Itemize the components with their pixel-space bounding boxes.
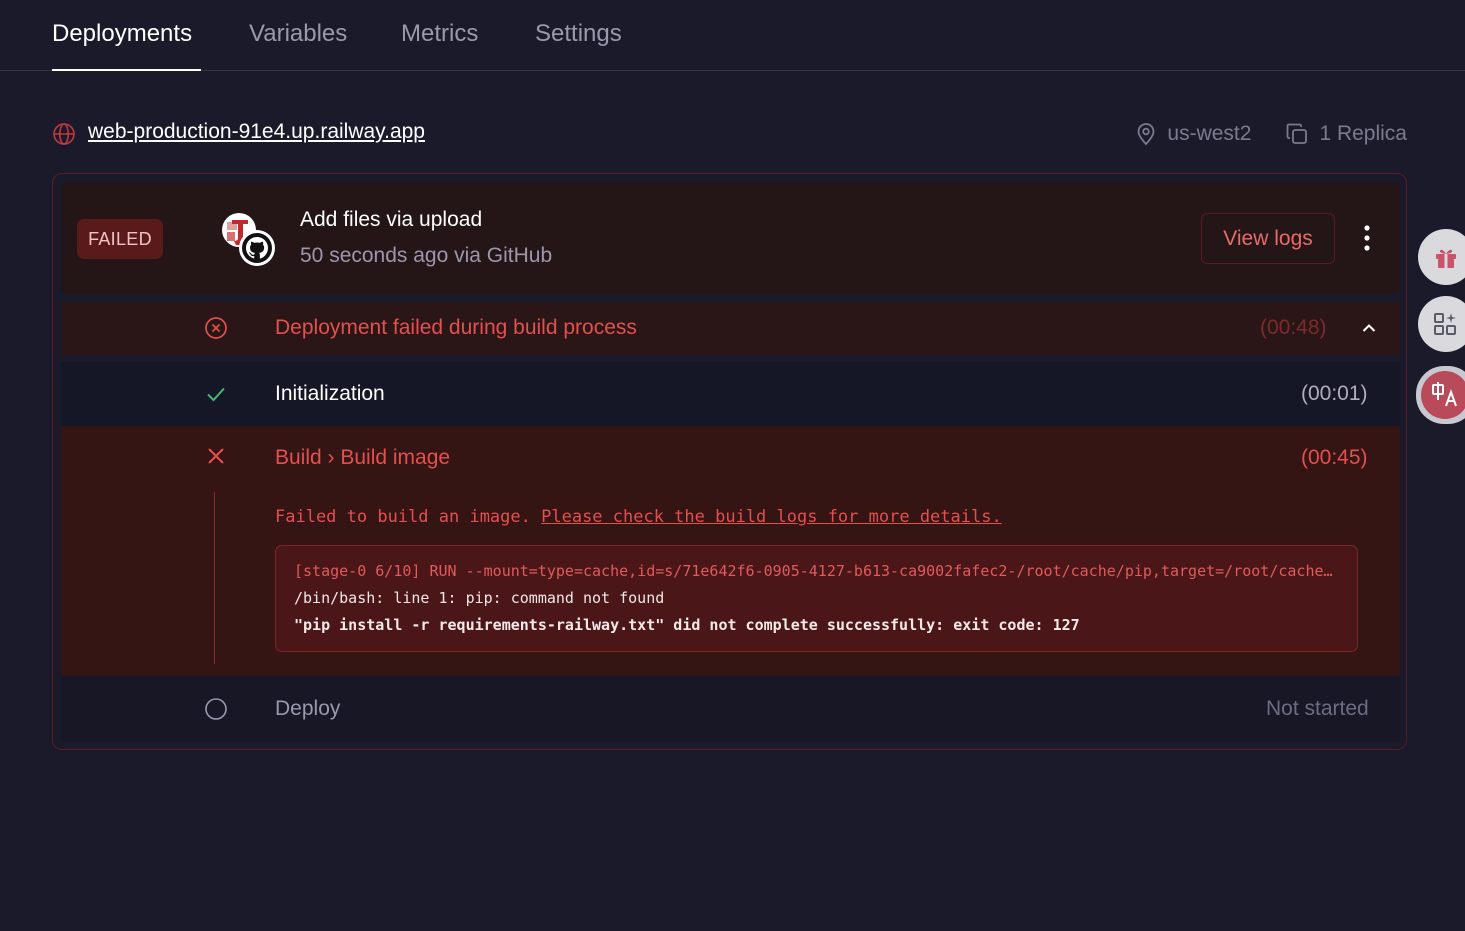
service-url-link[interactable]: web-production-91e4.up.railway.app [88,120,425,144]
build-error-text: Failed to build an image. [275,507,531,527]
service-meta: us-west2 1 Replica [1135,120,1407,148]
view-logs-button[interactable]: View logs [1201,213,1335,264]
status-badge: FAILED [77,219,163,259]
map-pin-icon [1138,123,1155,146]
step-initialization: Initialization (00:01) [61,362,1400,426]
step-deploy-time: Not started [1266,697,1369,720]
step-build: Build › Build image (00:45) Failed to bu… [61,426,1400,676]
region-label: us-west2 [1167,122,1252,145]
check-icon [207,387,225,402]
apps-icon [1434,313,1456,335]
failure-summary-time: (00:48) [1260,316,1327,339]
step-deploy: Deploy Not started [61,676,1400,742]
kebab-icon[interactable] [1357,220,1377,256]
failure-summary-label: Deployment failed during build process [275,316,637,339]
gift-icon [1436,249,1456,268]
translate-icon [1432,382,1457,407]
deployment-header: FAILED Add files via upload 50 seconds a… [61,182,1400,294]
replica-count: 1 Replica [1319,122,1407,145]
x-circle-icon [205,317,227,339]
translate-button[interactable] [1416,366,1465,424]
step-deploy-label: Deploy [275,697,341,720]
tab-settings[interactable]: Settings [535,20,622,48]
deployment-card: FAILED Add files via upload 50 seconds a… [52,173,1407,750]
tab-deployments[interactable]: Deployments [52,20,192,48]
apps-button[interactable] [1418,296,1465,352]
avatar [221,212,277,268]
deployment-title: Add files via upload [300,208,483,231]
step-initialization-label: Initialization [275,382,385,405]
tab-bar: Deployments Variables Metrics Settings [0,0,1465,71]
chevron-up-icon[interactable] [1361,320,1377,336]
x-icon [208,448,224,464]
globe-icon [53,123,75,145]
failure-summary-row[interactable]: Deployment failed during build process (… [61,302,1400,355]
copy-icon [1287,123,1308,144]
build-error-message: Failed to build an image. Please check t… [275,507,1002,527]
step-build-time: (00:45) [1301,446,1368,469]
build-logs-link[interactable]: Please check the build logs for more det… [541,507,1002,527]
log-line: [stage-0 6/10] RUN --mount=type=cache,id… [294,562,1339,580]
service-url-row: web-production-91e4.up.railway.app us-we… [52,118,1407,150]
log-line: /bin/bash: line 1: pip: command not foun… [294,589,665,607]
tab-variables[interactable]: Variables [249,20,347,48]
log-line: "pip install -r requirements-railway.txt… [294,616,1080,634]
gift-button[interactable] [1418,229,1465,285]
deployment-subtitle: 50 seconds ago via GitHub [300,244,553,267]
step-initialization-time: (00:01) [1301,382,1368,405]
build-log-box: [stage-0 6/10] RUN --mount=type=cache,id… [275,545,1358,652]
circle-icon [205,698,227,720]
tab-metrics[interactable]: Metrics [401,20,478,48]
step-connector-line [214,492,215,664]
step-build-label: Build › Build image [275,446,451,469]
active-tab-indicator [52,69,201,71]
